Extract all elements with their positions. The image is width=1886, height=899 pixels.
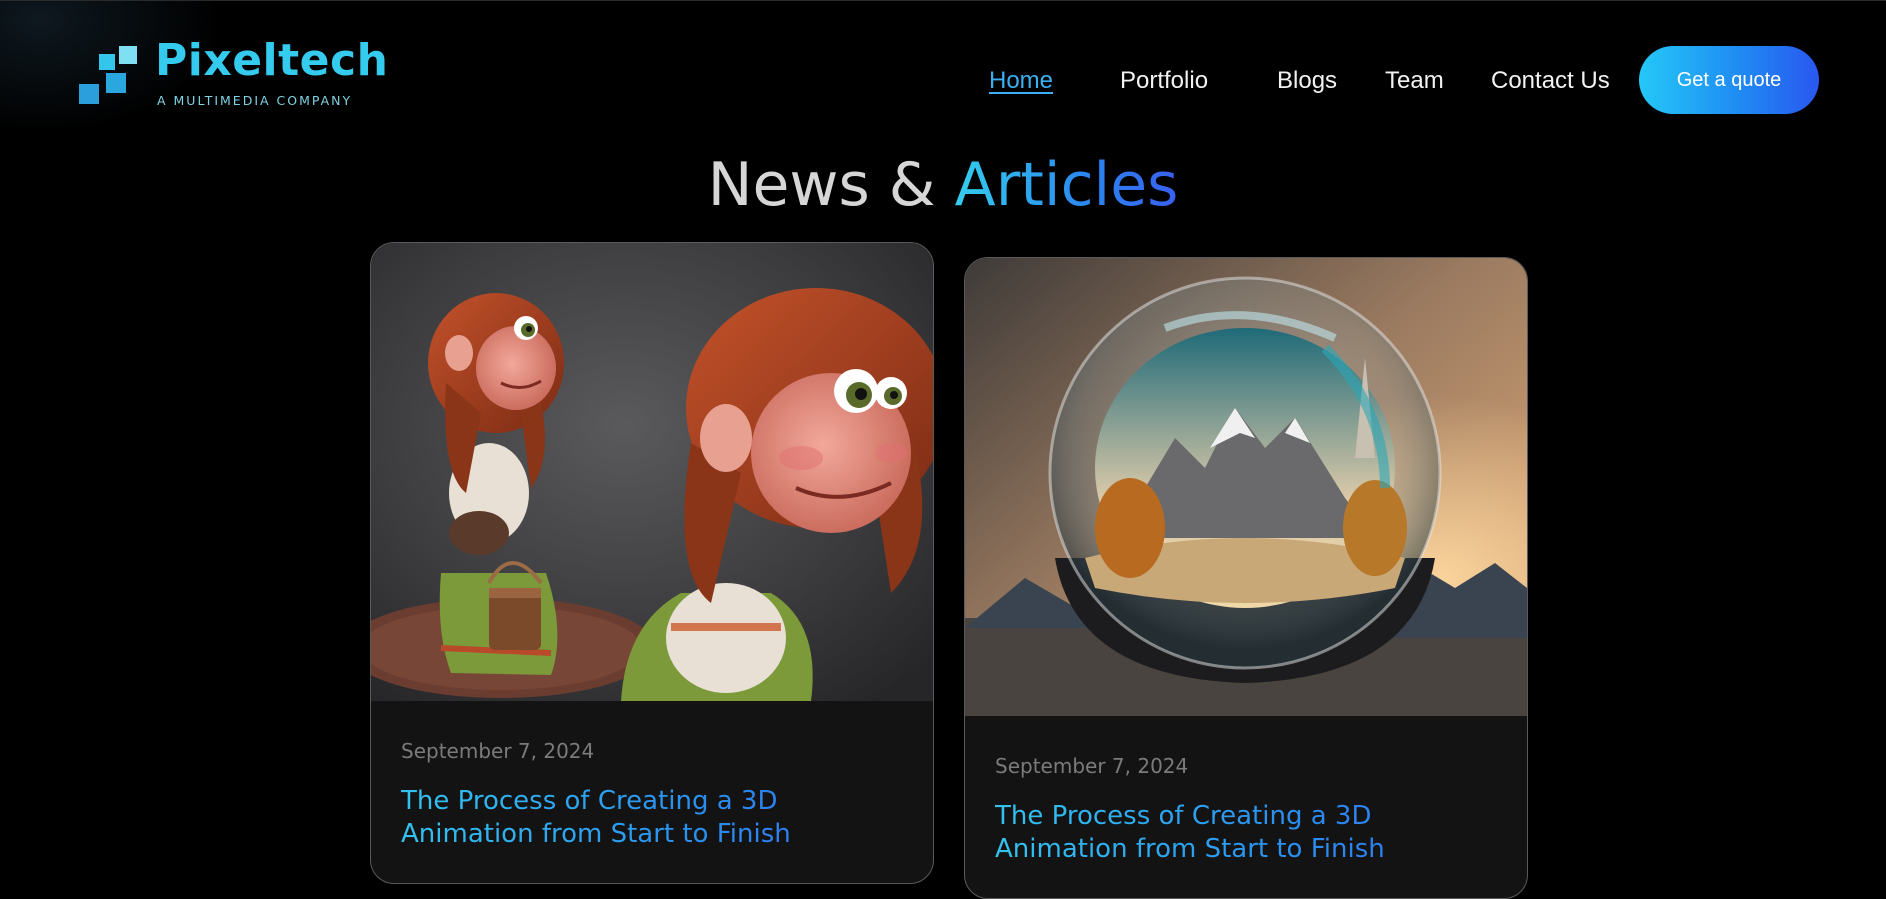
article-image-globe — [965, 258, 1527, 716]
article-card-body: September 7, 2024 The Process of Creatin… — [401, 737, 909, 851]
nav-portfolio[interactable]: Portfolio — [1120, 65, 1208, 97]
brand-tagline: A MULTIMEDIA COMPANY — [157, 93, 353, 108]
section-title-accent: Articles — [954, 150, 1179, 220]
top-border — [0, 0, 1886, 1]
article-title-link[interactable]: The Process of Creating a 3D Animation f… — [995, 800, 1503, 866]
article-date: September 7, 2024 — [995, 754, 1189, 778]
nav-contact-us[interactable]: Contact Us — [1491, 65, 1610, 97]
article-card[interactable]: September 7, 2024 The Process of Creatin… — [964, 257, 1528, 899]
get-a-quote-button[interactable]: Get a quote — [1639, 46, 1819, 114]
article-image-character — [371, 243, 933, 701]
article-date: September 7, 2024 — [401, 739, 595, 763]
nav-blogs[interactable]: Blogs — [1277, 65, 1337, 97]
brand-logo[interactable]: Pixeltech A MULTIMEDIA COMPANY — [79, 39, 388, 112]
brand-name: Pixeltech — [155, 35, 389, 86]
section-title-part1: News & — [707, 150, 955, 220]
article-card-body: September 7, 2024 The Process of Creatin… — [995, 752, 1503, 866]
girl-character-illustration — [371, 243, 933, 701]
article-card[interactable]: September 7, 2024 The Process of Creatin… — [370, 242, 934, 884]
article-title-link[interactable]: The Process of Creating a 3D Animation f… — [401, 785, 909, 851]
mountain-globe-illustration — [965, 258, 1527, 716]
pixel-blocks-logo-icon — [79, 46, 139, 106]
page: Pixeltech A MULTIMEDIA COMPANY Home Port… — [0, 0, 1886, 899]
section-title: News & Articles — [0, 148, 1886, 222]
nav-home[interactable]: Home — [989, 65, 1053, 97]
nav-team[interactable]: Team — [1385, 65, 1444, 97]
